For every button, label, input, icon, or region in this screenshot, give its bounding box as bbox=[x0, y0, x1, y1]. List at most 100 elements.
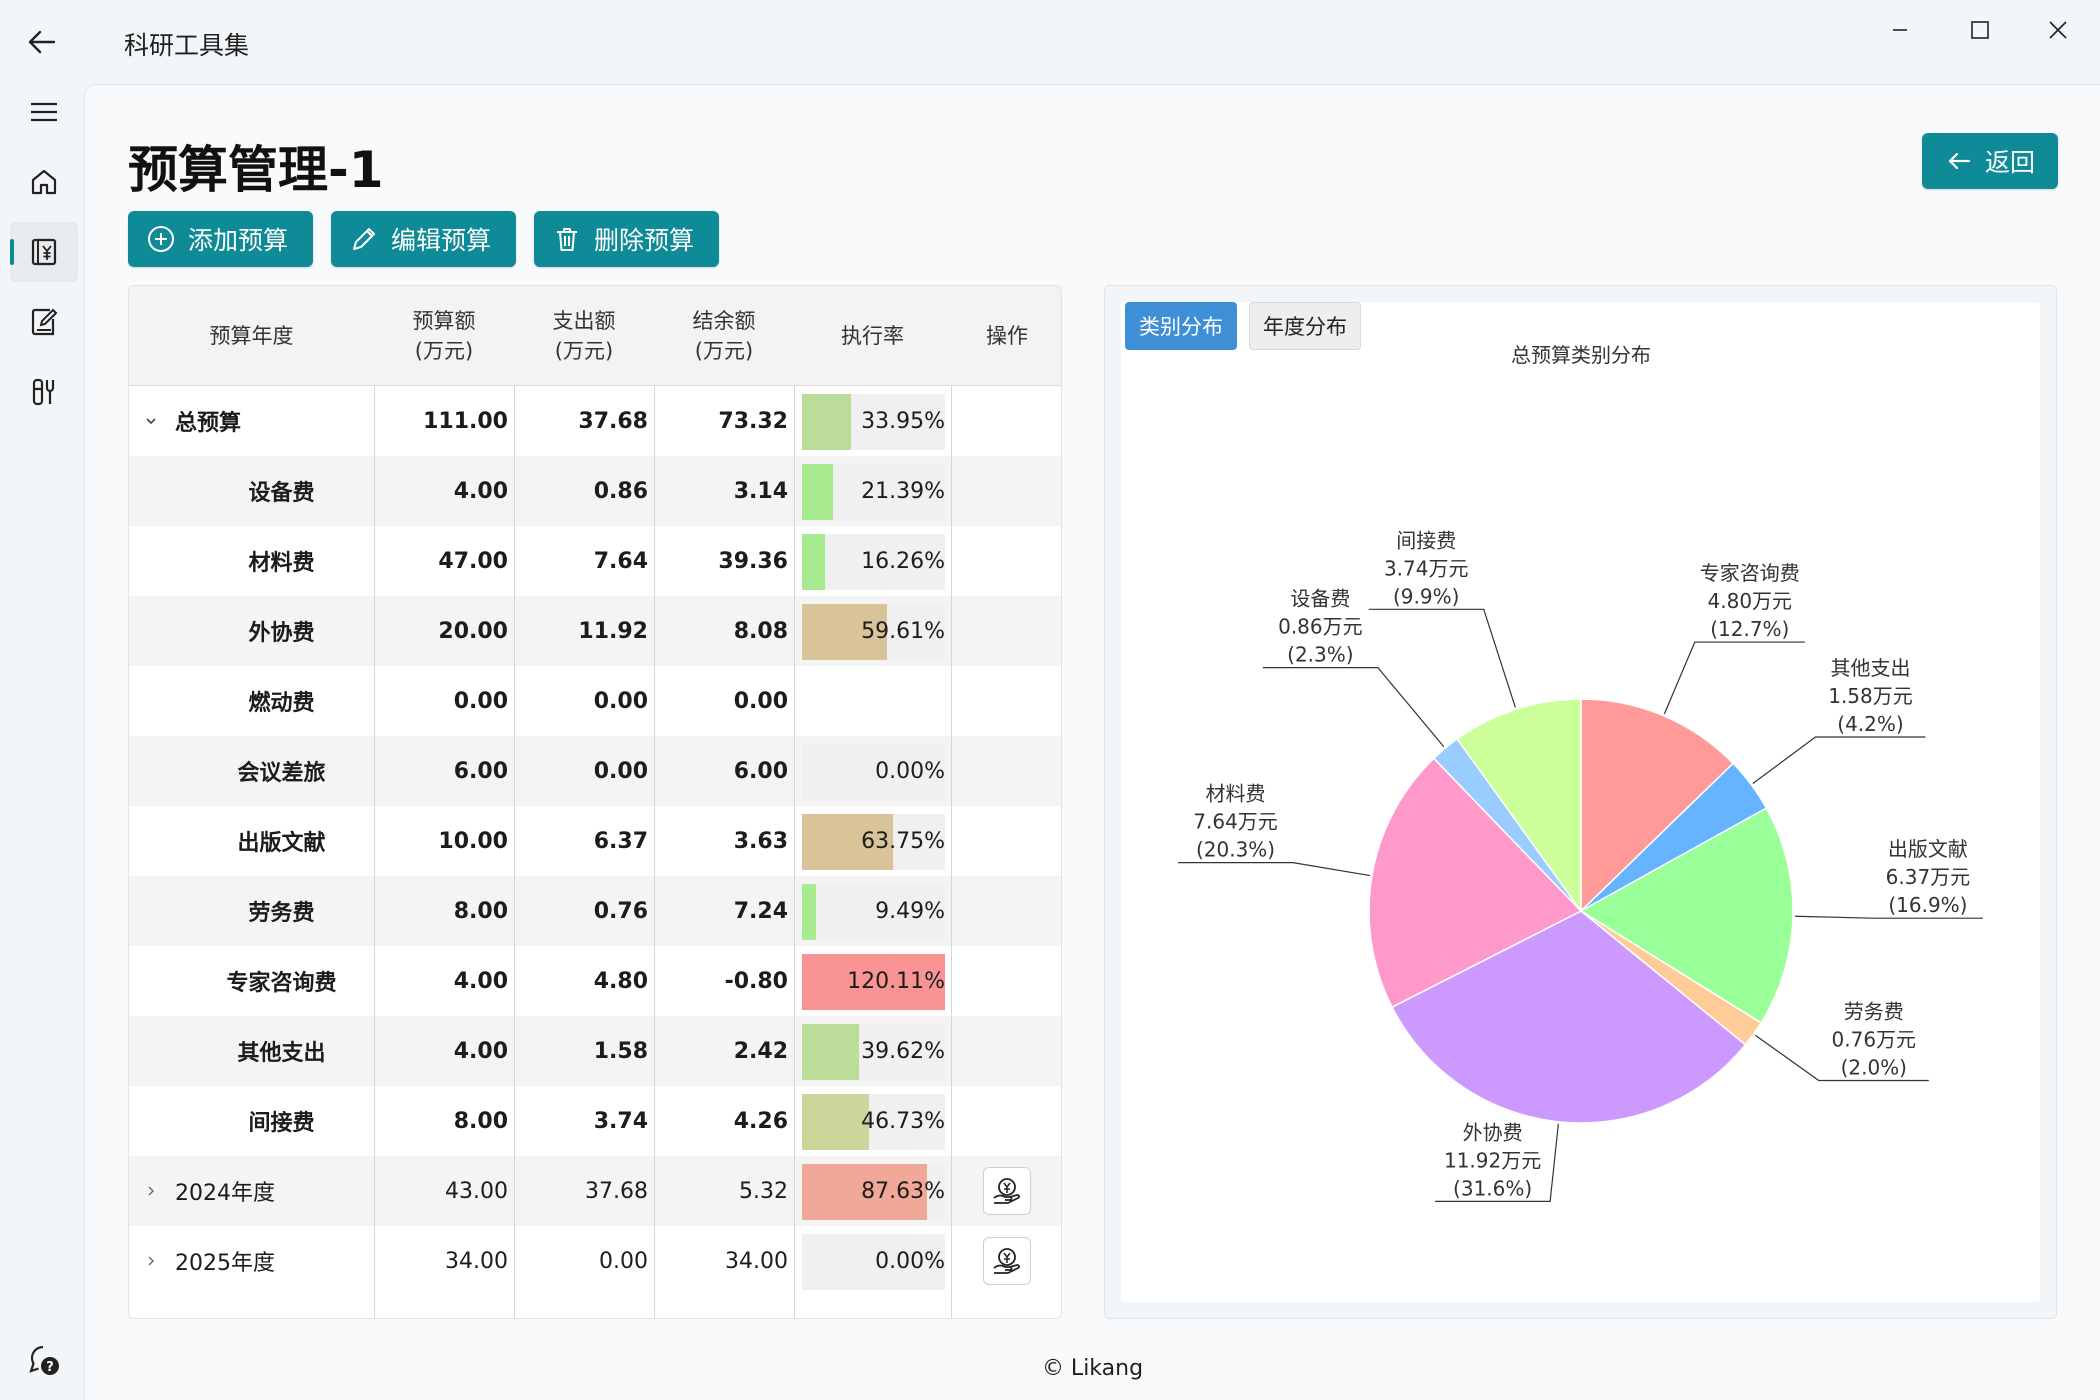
cell-budget: 6.00 bbox=[453, 758, 508, 784]
home-icon bbox=[28, 166, 60, 198]
cell-budget: 4.00 bbox=[453, 1038, 508, 1064]
rate-text: 39.62% bbox=[861, 1038, 945, 1064]
cell-budget: 111.00 bbox=[423, 408, 508, 434]
row-name: 总预算 bbox=[175, 411, 242, 436]
slice-value-label: 6.37万元 bbox=[1886, 865, 1971, 889]
cell-rate: 120.11% bbox=[794, 946, 951, 1016]
slice-value-label: 0.76万元 bbox=[1832, 1027, 1917, 1051]
chevron-down-icon[interactable] bbox=[137, 386, 165, 456]
cell-balance: 8.08 bbox=[733, 618, 788, 644]
chart-title: 总预算类别分布 bbox=[1511, 343, 1651, 367]
nav-tools[interactable] bbox=[10, 362, 78, 422]
arrow-left-icon bbox=[1945, 147, 1973, 175]
row-name: 外协费 bbox=[248, 621, 315, 646]
cell-balance: 73.32 bbox=[718, 408, 788, 434]
nav-budget[interactable] bbox=[10, 222, 78, 282]
table-row[interactable]: 2025年度 34.00 0.00 34.00 0.00% bbox=[129, 1226, 1061, 1296]
table-row[interactable]: 其他支出 4.00 1.58 2.42 39.62% bbox=[129, 1016, 1061, 1086]
cell-balance: 7.24 bbox=[733, 898, 788, 924]
row-name: 专家咨询费 bbox=[226, 971, 337, 996]
slice-label: 材料费 bbox=[1206, 782, 1266, 806]
cell-rate: 63.75% bbox=[794, 806, 951, 876]
pie-chart: 总预算类别分布专家咨询费 4.80万元 (12.7%) 其他支出 1.58万元 (4.2%… bbox=[1178, 343, 1983, 1202]
tools-icon bbox=[28, 376, 60, 408]
table-row[interactable]: 间接费 8.00 3.74 4.26 46.73% bbox=[129, 1086, 1061, 1156]
cell-balance: 6.00 bbox=[733, 758, 788, 784]
row-name: 劳务费 bbox=[248, 901, 315, 926]
row-name: 2025年度 bbox=[175, 1251, 275, 1276]
cell-budget: 8.00 bbox=[453, 898, 508, 924]
column-divider bbox=[794, 386, 795, 1318]
cell-balance: 39.36 bbox=[718, 548, 788, 574]
header-budget[interactable]: 预算额 (万元) bbox=[374, 286, 514, 386]
cell-rate: 0.00% bbox=[794, 736, 951, 806]
nav-edit[interactable] bbox=[10, 292, 78, 352]
cell-rate: 33.95% bbox=[794, 386, 951, 456]
table-row[interactable]: 会议差旅 6.00 0.00 6.00 0.00% bbox=[129, 736, 1061, 806]
cell-budget: 47.00 bbox=[438, 548, 508, 574]
header-balance[interactable]: 结余额 (万元) bbox=[654, 286, 794, 386]
slice-value-label: 3.74万元 bbox=[1384, 556, 1469, 580]
table-row[interactable]: 设备费 4.00 0.86 3.14 21.39% bbox=[129, 456, 1061, 526]
cell-balance: 5.32 bbox=[739, 1178, 788, 1204]
row-name: 其他支出 bbox=[237, 1041, 326, 1066]
maximize-button[interactable] bbox=[1950, 0, 2010, 60]
rate-text: 63.75% bbox=[861, 828, 945, 854]
table-header: 预算年度 预算额 (万元) 支出额 (万元) 结余额 (万元) 执行率 操作 bbox=[129, 286, 1061, 386]
table-row[interactable]: 劳务费 8.00 0.76 7.24 9.49% bbox=[129, 876, 1061, 946]
menu-toggle-button[interactable] bbox=[10, 82, 78, 142]
cell-budget: 0.00 bbox=[453, 688, 508, 714]
chevron-right-icon[interactable] bbox=[137, 1156, 165, 1226]
cell-budget: 4.00 bbox=[453, 968, 508, 994]
slice-label: 设备费 bbox=[1290, 587, 1350, 611]
chevron-right-icon[interactable] bbox=[137, 1226, 165, 1296]
delete-budget-button[interactable]: 删除预算 bbox=[534, 211, 719, 267]
cell-rate bbox=[794, 666, 951, 736]
table-row[interactable]: 2024年度 43.00 37.68 5.32 87.63% bbox=[129, 1156, 1061, 1226]
table-row[interactable]: 燃动费 0.00 0.00 0.00 bbox=[129, 666, 1061, 736]
back-button[interactable]: 返回 bbox=[1922, 133, 2058, 189]
add-budget-button[interactable]: 添加预算 bbox=[128, 211, 313, 267]
footer-copyright: © Likang bbox=[1041, 1356, 1144, 1381]
row-name: 出版文献 bbox=[237, 831, 326, 856]
app-title: 科研工具集 bbox=[124, 31, 250, 60]
close-button[interactable] bbox=[2028, 0, 2088, 60]
cell-spent: 0.00 bbox=[593, 688, 648, 714]
slice-label: 间接费 bbox=[1396, 528, 1456, 552]
cell-spent: 0.76 bbox=[593, 898, 648, 924]
hamburger-menu-icon bbox=[28, 96, 60, 128]
cell-spent: 4.80 bbox=[593, 968, 648, 994]
slice-value-label: 1.58万元 bbox=[1828, 684, 1913, 708]
header-year[interactable]: 预算年度 bbox=[129, 286, 374, 386]
slice-label: 其他支出 bbox=[1830, 656, 1910, 680]
header-spent[interactable]: 支出额 (万元) bbox=[514, 286, 654, 386]
nav-home[interactable] bbox=[10, 152, 78, 212]
cell-rate: 59.61% bbox=[794, 596, 951, 666]
back-button-label: 返回 bbox=[1984, 148, 2035, 177]
page-title: 预算管理-1 bbox=[128, 141, 384, 199]
minimize-button[interactable] bbox=[1870, 0, 1930, 60]
table-row[interactable]: 材料费 47.00 7.64 39.36 16.26% bbox=[129, 526, 1061, 596]
budget-detail-button[interactable] bbox=[983, 1167, 1031, 1215]
budget-detail-button[interactable] bbox=[983, 1237, 1031, 1285]
slice-percent-label: (16.9%) bbox=[1888, 893, 1967, 917]
rate-text: 0.00% bbox=[875, 758, 945, 784]
table-row[interactable]: 总预算 111.00 37.68 73.32 33.95% bbox=[129, 386, 1061, 456]
edit-budget-label: 编辑预算 bbox=[391, 226, 492, 255]
header-rate[interactable]: 执行率 bbox=[794, 286, 951, 386]
cell-spent: 3.74 bbox=[593, 1108, 648, 1134]
table-row[interactable]: 专家咨询费 4.00 4.80 -0.80 120.11% bbox=[129, 946, 1061, 1016]
budget-table: 预算年度 预算额 (万元) 支出额 (万元) 结余额 (万元) 执行率 操作 总预算 1… bbox=[128, 285, 1062, 1319]
cell-balance: -0.80 bbox=[724, 968, 788, 994]
column-divider bbox=[514, 386, 515, 1318]
cell-budget: 43.00 bbox=[445, 1178, 508, 1204]
edit-budget-button[interactable]: 编辑预算 bbox=[331, 211, 516, 267]
cell-spent: 6.37 bbox=[593, 828, 648, 854]
rate-text: 33.95% bbox=[861, 408, 945, 434]
table-row[interactable]: 外协费 20.00 11.92 8.08 59.61% bbox=[129, 596, 1061, 666]
slice-value-label: 4.80万元 bbox=[1708, 589, 1793, 613]
table-row[interactable]: 出版文献 10.00 6.37 3.63 63.75% bbox=[129, 806, 1061, 876]
leader-line bbox=[1752, 736, 1926, 784]
back-arrow-icon[interactable] bbox=[22, 22, 62, 62]
cell-balance: 0.00 bbox=[733, 688, 788, 714]
